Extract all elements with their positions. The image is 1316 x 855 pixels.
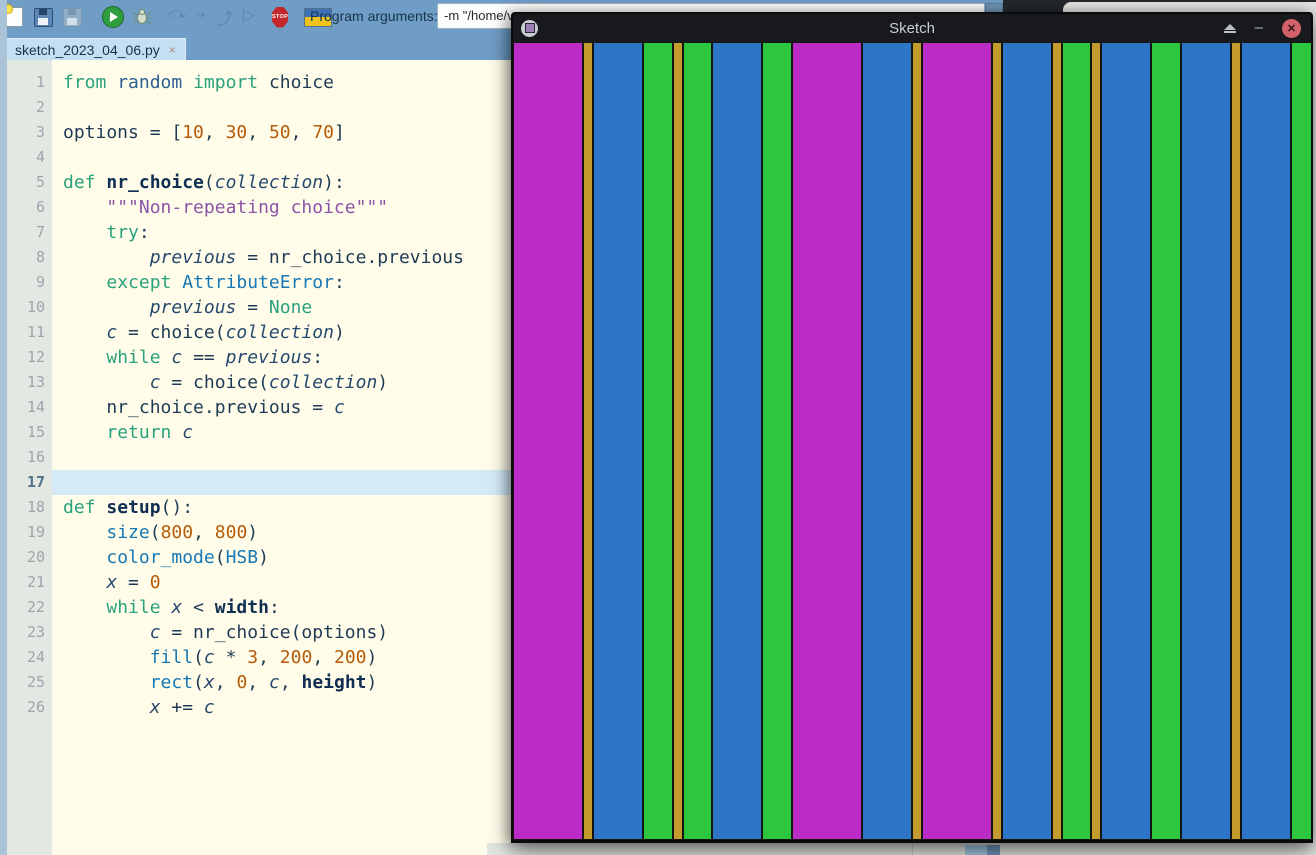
line-number: 8 — [35, 248, 45, 266]
line-number: 14 — [26, 398, 45, 416]
stripe-blue — [862, 42, 912, 840]
tab-close-icon[interactable]: × — [169, 43, 176, 57]
resume-icon[interactable]: ▷ — [240, 5, 258, 29]
tab-sketch-file[interactable]: sketch_2023_04_06.py × — [5, 38, 186, 61]
run-icon — [102, 6, 124, 28]
line-number: 23 — [26, 623, 45, 641]
line-number: 21 — [26, 573, 45, 591]
stripe-green — [1151, 42, 1182, 840]
stop-sign-icon: STOP — [271, 6, 289, 28]
line-number: 19 — [26, 523, 45, 541]
line-number: 3 — [35, 123, 45, 141]
thonny-left-border — [0, 0, 7, 855]
stripe-green — [682, 42, 713, 840]
line-number: 5 — [35, 173, 45, 191]
program-arguments-label: Program arguments: — [310, 8, 438, 24]
line-number: 12 — [26, 348, 45, 366]
stripe-yellow — [672, 42, 683, 840]
line-number: 18 — [26, 498, 45, 516]
toolbar-icons: ⤼ ⤷ ⤴ ▷ STOP — [2, 4, 332, 30]
step-out-icon[interactable]: ⤴ — [216, 5, 234, 29]
line-number: 4 — [35, 148, 45, 166]
debug-bug-icon — [132, 9, 152, 25]
stripe-green — [642, 42, 673, 840]
stripe-magenta — [792, 42, 863, 840]
background-window-bottom-edge — [487, 843, 1316, 855]
line-number: 1 — [35, 73, 45, 91]
step-buttons-disabled: ⤼ ⤷ ⤴ ▷ — [168, 5, 258, 29]
stripe-yellow — [1231, 42, 1242, 840]
editor-scrollbar-thumb[interactable] — [987, 845, 1000, 855]
stripe-green — [1290, 42, 1311, 840]
line-number: 20 — [26, 548, 45, 566]
screen: ⤼ ⤷ ⤴ ▷ STOP Program arguments: -m "/hom… — [0, 0, 1316, 855]
new-file-icon — [2, 4, 23, 27]
line-number: 10 — [26, 298, 45, 316]
line-number: 2 — [35, 98, 45, 116]
stripe-yellow — [991, 42, 1002, 840]
line-number: 16 — [26, 448, 45, 466]
close-icon[interactable]: ✕ — [1282, 18, 1301, 38]
sketch-window: Sketch – ✕ — [511, 12, 1313, 843]
stop-button[interactable]: STOP — [265, 5, 289, 29]
stripe-yellow — [1051, 42, 1062, 840]
save-file-icon — [62, 7, 82, 27]
stripe-green — [762, 42, 793, 840]
sketch-canvas — [513, 42, 1311, 840]
line-number: 13 — [26, 373, 45, 391]
sketch-window-buttons: – ✕ — [1223, 14, 1301, 42]
stripe-blue — [1241, 42, 1291, 840]
step-over-icon[interactable]: ⤼ — [168, 5, 186, 29]
line-number: 22 — [26, 598, 45, 616]
stripe-magenta — [921, 42, 992, 840]
sketch-window-title: Sketch — [889, 19, 935, 37]
sketch-titlebar[interactable]: Sketch – ✕ — [513, 14, 1311, 42]
line-number: 25 — [26, 673, 45, 691]
line-number: 24 — [26, 648, 45, 666]
debug-button[interactable] — [131, 5, 153, 29]
stripe-magenta — [513, 42, 583, 840]
sketch-app-icon — [521, 19, 538, 37]
stripe-blue — [1181, 42, 1232, 840]
open-file-button[interactable] — [32, 5, 54, 29]
line-number: 7 — [35, 223, 45, 241]
maximize-eject-icon[interactable] — [1223, 23, 1236, 33]
minimize-icon[interactable]: – — [1255, 20, 1263, 35]
stripe-yellow — [911, 42, 922, 840]
line-number: 6 — [35, 198, 45, 216]
line-number: 17 — [26, 473, 45, 491]
stripe-green — [1061, 42, 1092, 840]
stripe-blue — [712, 42, 763, 840]
line-number: 9 — [35, 273, 45, 291]
stripe-yellow — [1091, 42, 1102, 840]
stripe-yellow — [582, 42, 593, 840]
save-file-button[interactable] — [61, 5, 83, 29]
background-divider-line — [912, 843, 913, 855]
stripe-blue — [592, 42, 643, 840]
open-file-icon — [33, 7, 53, 27]
tab-label: sketch_2023_04_06.py — [15, 42, 160, 58]
run-button[interactable] — [102, 5, 124, 29]
line-number: 26 — [26, 698, 45, 716]
stripe-blue — [1001, 42, 1052, 840]
line-number: 11 — [26, 323, 45, 341]
editor-scrollbar-track[interactable] — [965, 845, 987, 855]
line-number: 15 — [26, 423, 45, 441]
step-into-icon[interactable]: ⤷ — [192, 5, 210, 29]
stripe-blue — [1101, 42, 1152, 840]
